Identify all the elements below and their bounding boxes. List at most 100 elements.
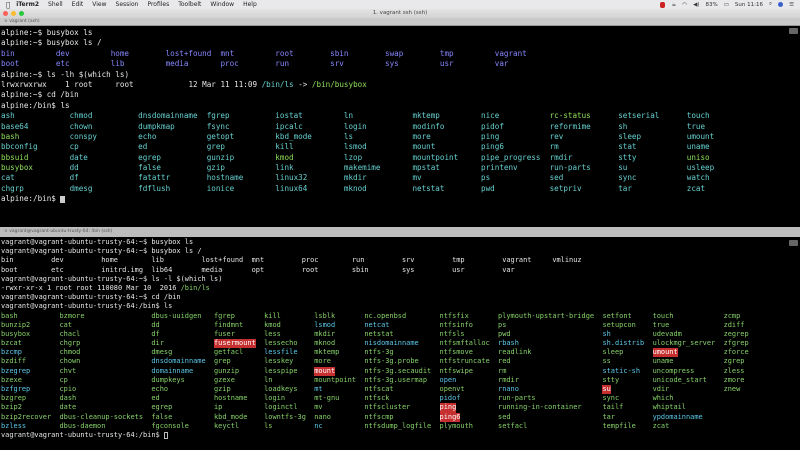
file-entry: run-parts [550,163,591,173]
file-entry: swap [385,49,403,59]
bottom-pane-scroll-indicator[interactable] [789,240,798,246]
wifi-icon[interactable]: ◠ [682,2,687,8]
menu-help[interactable]: Help [243,1,257,8]
prompt-line: alpine:~$ cd /bin [1,90,800,100]
command-text: busybox ls / [47,38,102,47]
file-entry: zfgrep [724,339,749,348]
file-entry: nano [314,413,331,422]
file-entry: boot [1,59,19,69]
file-entry: touch [653,312,674,321]
volume-icon[interactable]: ◀) [693,2,699,8]
file-entry: zforce [724,348,749,357]
prompt-line: alpine:~$ busybox ls [1,28,800,38]
shell-prompt: vagrant@vagrant-ubuntu-trusty-64:~$ [1,247,151,255]
menu-shell[interactable]: Shell [48,1,63,8]
file-entry: ntfsinfo [440,321,473,330]
menu-toolbelt[interactable]: Toolbelt [178,1,201,8]
coffee-icon[interactable]: ☕ [671,2,676,8]
file-entry: readlink [498,348,531,357]
file-entry: etc [51,266,64,275]
listing-row: bzexecpdumpkeysgzexelnmountpointntfs-3g.… [1,376,800,385]
shell-prompt: alpine:~$ [1,38,47,47]
spotlight-search-icon[interactable]: ⌕ [769,1,772,8]
command-text: ls [60,101,69,110]
file-entry: home [111,49,129,59]
file-entry: dd [151,321,159,330]
siri-icon[interactable] [778,2,783,7]
zoom-window-button[interactable] [19,11,24,16]
file-entry: lib64 [151,266,172,275]
menu-app-name[interactable]: iTerm2 [16,1,39,8]
clock[interactable]: Sun 11:16 [735,2,763,8]
listing-row: busyboxchacldffuserlessmkdirnetstatntfsl… [1,330,800,339]
listing-row: bzdiffchowndnsdomainnamegreplesskeymoren… [1,357,800,366]
shell-prompt: vagrant@vagrant-ubuntu-trusty-64:/bin$ [1,302,164,310]
recording-icon[interactable] [660,2,665,8]
file-entry: ntfs-3g.usermap [364,376,427,385]
file-entry: ntfscat [364,385,393,394]
file-entry: stat [618,142,636,152]
listing-row: bindevhomeliblost+foundmntprocrunsrvtmpv… [1,256,800,265]
command-text: busybox ls / [151,247,201,255]
file-entry: lost+found [201,256,243,265]
file-entry: ntfsck [364,394,389,403]
output-text: lrwxrwxrwx 1 root root 12 Mar 11 11:09 [1,80,262,89]
top-terminal-pane[interactable]: alpine:~$ busybox lsalpine:~$ busybox ls… [0,27,800,226]
file-entry: chvt [59,367,76,376]
file-entry: cat [1,173,15,183]
file-entry: sed [498,413,511,422]
file-entry: egrep [151,403,172,412]
listing-row: bashconspyechogetoptkbd_modelsmorepingre… [1,132,800,142]
file-entry: ash [1,111,15,121]
file-entry: login [344,122,367,132]
output-text: /bin/ls [262,80,294,89]
file-entry: touch [687,111,710,121]
tab-vagrant[interactable]: vagrant (ash) [9,19,39,24]
file-entry: dev [51,256,64,265]
file-entry: bin [1,49,15,59]
file-entry: egrep [138,153,161,163]
minimize-window-button[interactable] [11,11,16,16]
file-entry: usr [440,59,454,69]
file-entry: lsmod [344,142,367,152]
listing-row: bindevhomelost+foundmntrootsbinswaptmpva… [1,49,800,59]
file-entry: uncompress [653,367,695,376]
top-pane-scroll-indicator[interactable] [789,28,798,34]
file-entry: false [151,413,172,422]
file-entry: openvt [440,385,465,394]
file-entry: rnano [498,385,519,394]
file-entry: mnt [252,256,265,265]
menu-edit[interactable]: Edit [72,1,84,8]
file-entry: lowntfs-3g [264,413,306,422]
file-entry: date [59,403,76,412]
file-entry: stty [618,153,636,163]
menu-profiles[interactable]: Profiles [147,1,169,8]
menu-window[interactable]: Window [210,1,234,8]
file-entry: cp [70,142,79,152]
battery-percent[interactable]: 83% [705,2,717,8]
file-entry: running-in-container [498,403,582,412]
battery-icon[interactable]: ▭ [724,2,729,8]
file-entry: run [275,59,289,69]
menu-view[interactable]: View [92,1,106,8]
bottom-terminal-pane[interactable]: vagrant@vagrant-ubuntu-trusty-64:~$ busy… [0,238,800,450]
file-entry: sh [618,122,627,132]
file-entry: conspy [70,132,97,142]
file-entry: cp [59,376,67,385]
file-entry: pwd [481,184,495,194]
file-entry: lesspipe [264,367,297,376]
file-entry: getopt [207,132,234,142]
file-entry: mountpoint [412,153,458,163]
close-window-button[interactable] [3,11,8,16]
file-entry: tmp [440,49,454,59]
file-entry: getfacl [214,348,243,357]
file-entry: su [602,385,610,394]
file-entry: ntfsmftalloc [440,339,490,348]
file-entry: netstat [412,184,444,194]
apple-menu-icon[interactable]:  [6,1,10,9]
file-entry: bzmore [59,312,84,321]
shell-prompt: alpine:/bin$ [1,101,60,110]
notification-center-icon[interactable]: ☰ [789,2,794,8]
menu-session[interactable]: Session [116,1,139,8]
listing-row: bootetcinitrd.imglib64mediaoptrootsbinsy… [1,266,800,275]
